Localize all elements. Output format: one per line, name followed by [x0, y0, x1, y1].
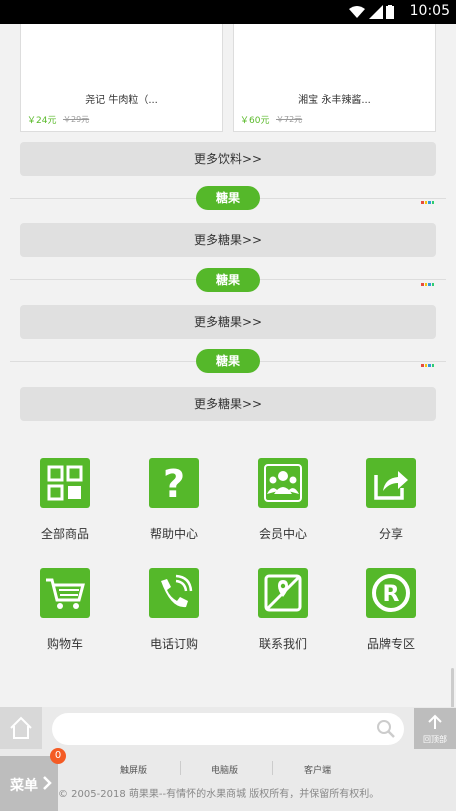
home-button[interactable]	[0, 707, 42, 749]
link-separator	[180, 761, 181, 775]
copyright-text: © 2005-2018 萌果果--有情怀的水果商城 版权所有，并保留所有权利。	[58, 789, 380, 800]
search-bar[interactable]	[52, 713, 404, 745]
nav-cart[interactable]: 购物车	[15, 568, 115, 668]
nav-label: 购物车	[46, 637, 83, 651]
back-to-top-button[interactable]: 回顶部	[414, 708, 456, 749]
product-list: 尧记 牛肉粒（... ￥24元 ￥29元 湘宝 永丰辣酱... ￥60元 ￥72…	[20, 24, 436, 132]
nav-phone-order[interactable]: 电话订购	[124, 568, 224, 668]
more-candy-button[interactable]: 更多糖果>>	[20, 305, 436, 339]
svg-text:R: R	[383, 582, 400, 607]
arrow-up-icon	[428, 714, 442, 729]
cart-icon	[40, 568, 90, 618]
nav-all-products[interactable]: 全部商品	[15, 458, 115, 558]
members-icon	[258, 458, 308, 508]
link-desktop-version[interactable]: 电脑版	[211, 763, 238, 776]
registered-icon: R	[366, 568, 416, 618]
map-icon	[258, 568, 308, 618]
phone-icon	[149, 568, 199, 618]
dots-icon	[421, 283, 435, 286]
section-title-candy[interactable]: 糖果	[196, 186, 260, 210]
product-old-price: ￥72元	[276, 115, 303, 124]
product-name: 尧记 牛肉粒（...	[85, 95, 158, 106]
dots-icon	[421, 364, 435, 367]
product-old-price: ￥29元	[63, 115, 90, 124]
wifi-icon	[349, 6, 365, 18]
menu-button[interactable]: 菜单	[0, 756, 58, 811]
status-time: 10:05	[409, 3, 450, 19]
more-candy-button[interactable]: 更多糖果>>	[20, 387, 436, 421]
nav-member-center[interactable]: 会员中心	[233, 458, 333, 558]
battery-icon	[386, 5, 394, 19]
search-input[interactable]	[66, 719, 366, 739]
svg-text:?: ?	[163, 462, 185, 506]
nav-label: 电话订购	[149, 637, 198, 651]
version-links: 触屏版 电脑版 客户端	[90, 761, 410, 777]
nav-contact-us[interactable]: 联系我们	[233, 568, 333, 668]
scrollbar[interactable]	[451, 668, 454, 708]
grid-icon	[40, 458, 90, 508]
product-price: ￥24元	[27, 116, 57, 126]
back-to-top-label: 回顶部	[423, 735, 447, 744]
home-icon	[10, 716, 32, 739]
help-icon: ?	[149, 458, 199, 508]
menu-label: 菜单	[10, 778, 38, 794]
menu-badge: 0	[50, 748, 66, 764]
more-drinks-button[interactable]: 更多饮料>>	[20, 142, 436, 176]
bottom-bar: 回顶部 触屏版 电脑版 客户端 © 2005-2018 萌果果--有情怀的水果商…	[0, 707, 456, 811]
nav-label: 全部商品	[40, 527, 89, 541]
product-price: ￥60元	[240, 116, 270, 126]
link-client-app[interactable]: 客户端	[304, 763, 331, 776]
dots-icon	[421, 201, 435, 204]
chevron-right-icon	[43, 776, 52, 790]
nav-share[interactable]: 分享	[341, 458, 441, 558]
status-bar: 10:05	[0, 0, 456, 24]
nav-label: 会员中心	[258, 527, 307, 541]
status-icons	[348, 5, 394, 19]
product-card[interactable]: 湘宝 永丰辣酱... ￥60元 ￥72元	[233, 24, 436, 132]
product-card[interactable]: 尧记 牛肉粒（... ￥24元 ￥29元	[20, 24, 223, 132]
more-candy-button[interactable]: 更多糖果>>	[20, 223, 436, 257]
product-name: 湘宝 永丰辣酱...	[298, 95, 371, 106]
share-icon	[366, 458, 416, 508]
nav-help-center[interactable]: ? 帮助中心	[124, 458, 224, 558]
section-title-candy[interactable]: 糖果	[196, 268, 260, 292]
link-touch-version[interactable]: 触屏版	[120, 763, 147, 776]
nav-brand-zone[interactable]: R 品牌专区	[341, 568, 441, 668]
nav-label: 分享	[378, 527, 403, 541]
section-title-candy[interactable]: 糖果	[196, 349, 260, 373]
nav-label: 帮助中心	[149, 527, 198, 541]
nav-label: 品牌专区	[366, 637, 415, 651]
nav-label: 联系我们	[258, 637, 307, 651]
signal-icon	[369, 5, 383, 19]
search-icon[interactable]	[376, 719, 396, 739]
link-separator	[272, 761, 273, 775]
